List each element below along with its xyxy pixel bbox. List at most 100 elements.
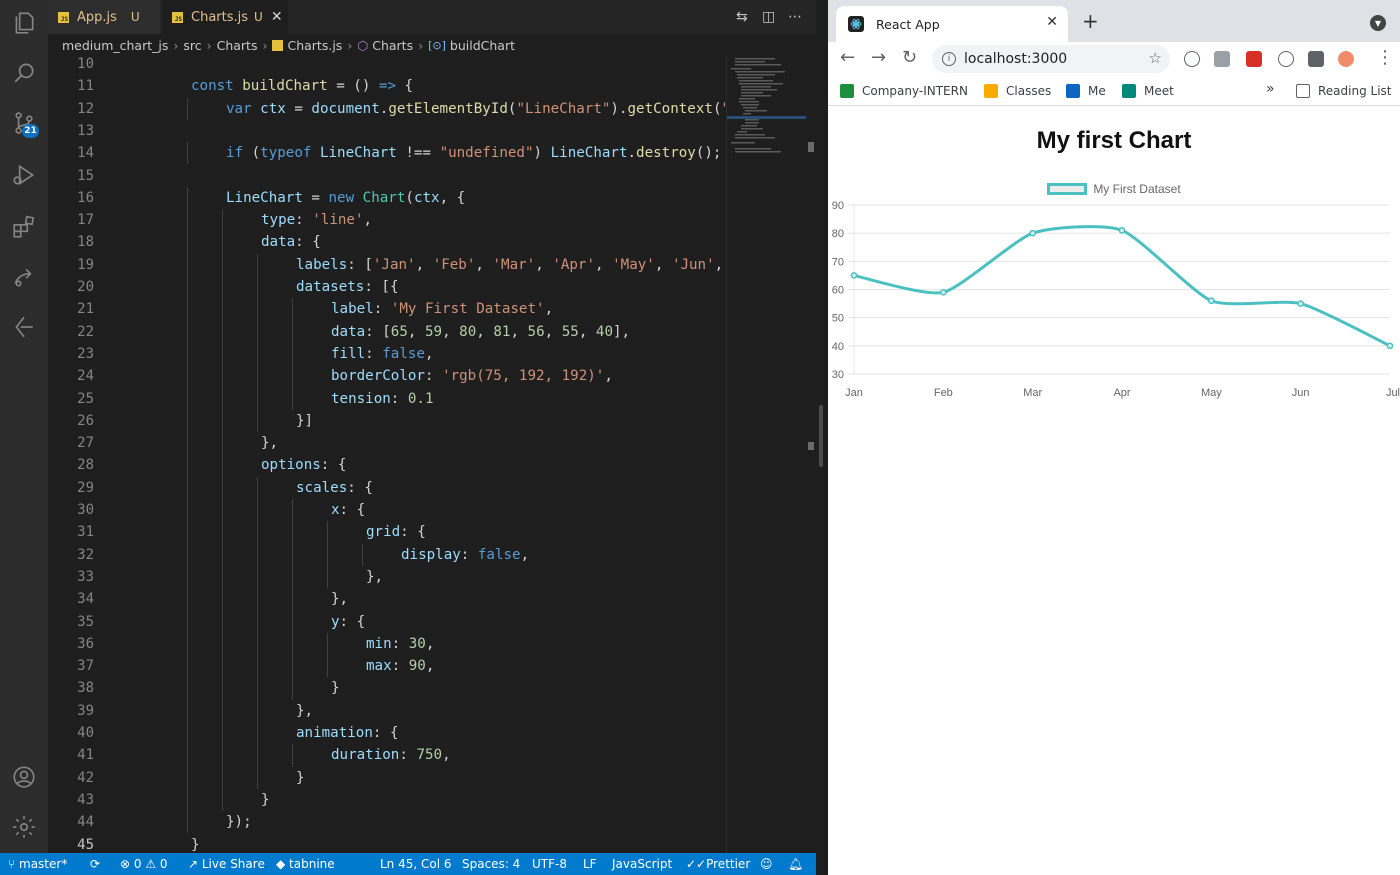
x-tick-label: Mar bbox=[1023, 387, 1042, 399]
more-actions-icon[interactable]: ⋯ bbox=[788, 9, 802, 25]
line-number: 19 bbox=[77, 256, 94, 273]
breadcrumb-item[interactable]: src bbox=[183, 38, 201, 53]
language-mode[interactable]: JavaScript bbox=[612, 857, 672, 871]
code-token: LineChart bbox=[319, 145, 397, 162]
code-token: label bbox=[331, 301, 374, 318]
code-token: !== bbox=[396, 145, 440, 162]
minimap[interactable] bbox=[726, 56, 807, 853]
code-token: : { bbox=[339, 613, 366, 630]
error-icon: ⊗ bbox=[120, 857, 134, 871]
tab-charts-js[interactable]: JS Charts.js U ✕ bbox=[162, 0, 288, 34]
split-resize-handle[interactable] bbox=[819, 405, 823, 467]
red-extension-icon[interactable] bbox=[1246, 51, 1262, 67]
code-token: , bbox=[363, 212, 373, 229]
code-token: : bbox=[391, 635, 409, 652]
search-icon[interactable] bbox=[9, 58, 39, 88]
legend-label: My First Dataset bbox=[1093, 182, 1181, 196]
close-tab-icon[interactable]: ✕ bbox=[271, 9, 283, 25]
code-line: }, bbox=[261, 432, 278, 454]
site-info-icon[interactable]: i bbox=[942, 52, 956, 66]
account-icon[interactable] bbox=[9, 762, 39, 792]
bookmark-classes[interactable]: Classes bbox=[984, 84, 1051, 98]
double-check-icon: ✓✓ bbox=[686, 857, 707, 871]
notifications-bell-icon[interactable]: 🔔︎ bbox=[788, 857, 803, 871]
breadcrumb-item[interactable]: Charts bbox=[372, 38, 413, 53]
bookmark-meet[interactable]: Meet bbox=[1122, 84, 1174, 98]
indentation[interactable]: Spaces: 4 bbox=[462, 857, 520, 871]
prettier-status[interactable]: ✓✓Prettier bbox=[686, 857, 750, 871]
breadcrumb-item[interactable]: buildChart bbox=[450, 38, 515, 53]
code-token: if bbox=[226, 145, 252, 162]
scrollbar-thumb[interactable] bbox=[808, 142, 814, 152]
tabnine-status[interactable]: ◆ tabnine bbox=[276, 857, 335, 871]
compare-changes-icon[interactable]: ⇆ bbox=[736, 9, 748, 25]
extensions-icon[interactable] bbox=[9, 212, 39, 242]
back-arrow-icon[interactable]: ← bbox=[840, 47, 855, 68]
branch-indicator[interactable]: ⑂ master* bbox=[8, 857, 67, 871]
reading-list-icon bbox=[1296, 84, 1310, 98]
split-editor-icon[interactable]: ◫ bbox=[762, 9, 775, 25]
tab-app-js[interactable]: JS App.js U bbox=[48, 0, 160, 34]
code-area[interactable]: const buildChart = () => {var ctx = docu… bbox=[156, 56, 726, 853]
breadcrumb-item[interactable]: Charts bbox=[217, 38, 258, 53]
code-editor[interactable]: 10 11 12 13 14 15 16 17 18 19 20 21 22 23 24 25 26 27 28 29… bbox=[48, 56, 828, 853]
live-share-status[interactable]: ↗ Live Share bbox=[188, 857, 265, 871]
live-share-icon[interactable] bbox=[9, 262, 39, 292]
camera-extension-icon[interactable] bbox=[1214, 51, 1230, 67]
code-token: (); bbox=[695, 145, 722, 162]
code-token: var bbox=[226, 100, 261, 117]
line-chart[interactable]: 30 40 50 60 70 80 90 Jan Feb Mar Apr May Jun Jul bbox=[828, 199, 1400, 419]
bookmark-company-intern[interactable]: Company-INTERN bbox=[840, 84, 968, 98]
code-token: 55 bbox=[561, 323, 579, 340]
linkedin-icon bbox=[1066, 84, 1080, 98]
settings-gear-icon[interactable] bbox=[9, 812, 39, 842]
code-line: tension: 0.1 bbox=[331, 388, 434, 410]
puzzle-extensions-icon[interactable] bbox=[1308, 51, 1324, 67]
code-token: : { bbox=[400, 524, 426, 541]
run-debug-icon[interactable] bbox=[9, 160, 39, 190]
sync-icon[interactable]: ⟳ bbox=[90, 857, 100, 871]
end-of-line[interactable]: LF bbox=[583, 857, 597, 871]
code-line: min: 30, bbox=[366, 633, 434, 655]
tab-search-icon[interactable]: ▼ bbox=[1370, 15, 1386, 31]
problems-indicator[interactable]: ⊗ 0 ⚠ 0 bbox=[120, 857, 168, 871]
close-tab-icon[interactable]: ✕ bbox=[1046, 14, 1058, 30]
chrome-menu-icon[interactable]: ⋮ bbox=[1376, 47, 1394, 68]
line-number: 28 bbox=[77, 457, 94, 474]
code-token: , bbox=[544, 301, 554, 318]
line-number: 16 bbox=[77, 189, 94, 206]
code-token: ], bbox=[613, 323, 631, 340]
chart-legend[interactable]: My First Dataset bbox=[828, 182, 1400, 196]
code-line: const buildChart = () => { bbox=[191, 75, 413, 97]
bookmarks-overflow-icon[interactable]: » bbox=[1266, 81, 1275, 97]
line-number: 44 bbox=[77, 814, 94, 831]
feedback-icon[interactable]: ☺ bbox=[760, 857, 773, 871]
bookmark-me[interactable]: Me bbox=[1066, 84, 1106, 98]
code-token: , bbox=[442, 747, 451, 764]
reading-list-button[interactable]: Reading List bbox=[1296, 84, 1392, 98]
new-tab-plus-icon[interactable]: + bbox=[1082, 11, 1099, 31]
timeline-icon[interactable] bbox=[9, 312, 39, 342]
cursor-position[interactable]: Ln 45, Col 6 bbox=[380, 857, 452, 871]
profile-avatar[interactable] bbox=[1338, 51, 1354, 67]
line-number: 27 bbox=[77, 435, 94, 452]
file-encoding[interactable]: UTF-8 bbox=[532, 857, 567, 871]
line-number: 12 bbox=[77, 100, 94, 117]
code-token: destroy bbox=[636, 145, 696, 162]
address-bar[interactable]: i localhost:3000 ☆ bbox=[932, 45, 1170, 73]
explorer-icon[interactable] bbox=[9, 8, 39, 38]
breadcrumb-item[interactable]: medium_chart_js bbox=[62, 38, 168, 53]
forward-arrow-icon[interactable]: → bbox=[871, 47, 886, 68]
breadcrumb-item[interactable]: Charts.js bbox=[287, 38, 342, 53]
code-token: const bbox=[191, 78, 243, 95]
code-token: LineChart bbox=[226, 189, 303, 206]
line-number: 23 bbox=[77, 345, 94, 362]
speed-extension-icon[interactable] bbox=[1278, 51, 1294, 67]
y-tick-label: 60 bbox=[832, 285, 844, 297]
extension-icon[interactable] bbox=[1184, 51, 1200, 67]
reload-icon[interactable]: ↻ bbox=[902, 47, 917, 68]
bookmark-star-icon[interactable]: ☆ bbox=[1149, 49, 1162, 67]
browser-tab[interactable]: React App ✕ bbox=[836, 6, 1068, 42]
code-token: , { bbox=[439, 189, 466, 206]
code-token: 'line' bbox=[312, 212, 364, 229]
